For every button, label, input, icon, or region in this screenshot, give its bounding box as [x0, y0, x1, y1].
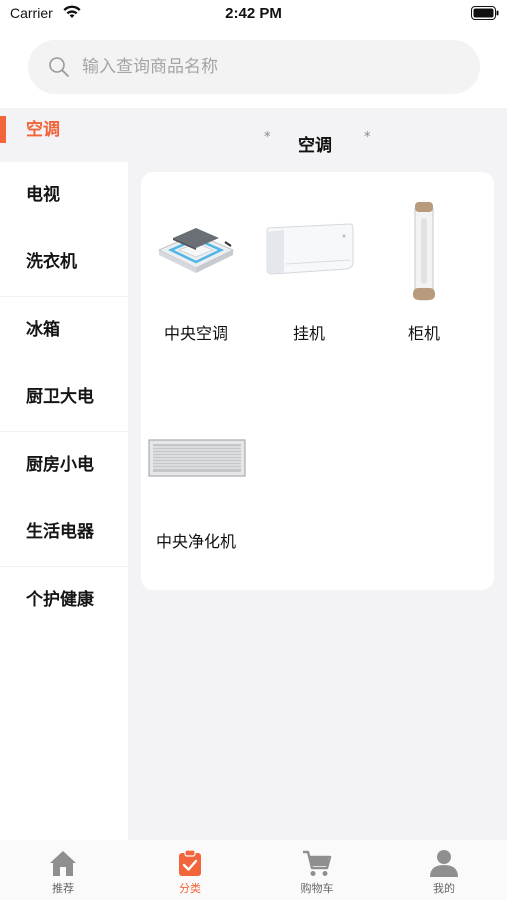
sidebar-item-label: 洗衣机 [26, 252, 77, 272]
decor-dot: * [264, 130, 271, 145]
user-icon [430, 850, 458, 877]
category-sidebar: 空调 电视 洗衣机 冰箱 厨卫大电 厨房小电 生活电器 个护健康 [0, 108, 128, 840]
sidebar-item-label: 生活电器 [26, 522, 94, 542]
sidebar-item-label: 厨卫大电 [26, 387, 94, 407]
sidebar-item-label: 厨房小电 [26, 455, 94, 475]
active-indicator [0, 116, 6, 143]
tab-cart[interactable]: 购物车 [254, 840, 380, 900]
product-name: 柜机 [407, 324, 440, 343]
product-central-purifier[interactable]: 中央净化机 [141, 402, 251, 562]
product-name: 中央净化机 [155, 532, 236, 551]
section-title: 空调 [298, 136, 332, 156]
sidebar-item-personal-care[interactable]: 个护健康 [0, 567, 128, 634]
sidebar-item-tv[interactable]: 电视 [0, 162, 128, 229]
search-icon [49, 57, 69, 77]
product-ceiling-ac[interactable]: 中央空调 [141, 192, 251, 352]
section-header: * 空调 * [128, 128, 507, 158]
status-bar: Carrier 2:42 PM [0, 0, 507, 30]
floor-standing-ac-image [413, 202, 435, 301]
sidebar-item-label: 冰箱 [26, 320, 60, 340]
sidebar-item-fridge[interactable]: 冰箱 [0, 297, 128, 364]
ceiling-cassette-ac-image [157, 228, 235, 273]
search-bar[interactable] [28, 40, 480, 94]
tab-category[interactable]: 分类 [127, 840, 253, 900]
tab-label: 购物车 [300, 882, 334, 895]
sidebar-item-label: 电视 [26, 185, 60, 205]
sidebar-item-home-appliance[interactable]: 生活电器 [0, 499, 128, 566]
category-icon [179, 849, 201, 876]
product-grid-card: 中央空调 挂机 柜机 中央净化机 [141, 172, 494, 590]
tab-label: 推荐 [52, 882, 74, 895]
sidebar-item-kitchen-small[interactable]: 厨房小电 [0, 432, 128, 499]
tab-label: 分类 [179, 882, 201, 895]
bottom-tab-bar: 推荐 分类 购物车 我的 [0, 840, 507, 900]
battery-icon [471, 6, 499, 20]
decor-dot: * [364, 130, 371, 145]
sidebar-item-washer[interactable]: 洗衣机 [0, 229, 128, 296]
search-input[interactable] [82, 40, 462, 94]
tab-recommend[interactable]: 推荐 [0, 840, 126, 900]
clock: 2:42 PM [225, 5, 282, 22]
sidebar-empty [0, 634, 128, 840]
tab-label: 我的 [433, 882, 455, 895]
tab-mine[interactable]: 我的 [381, 840, 507, 900]
sidebar-item-label: 空调 [26, 120, 60, 140]
product-name: 挂机 [292, 324, 325, 343]
product-floor-ac[interactable]: 柜机 [369, 192, 479, 352]
product-wall-ac[interactable]: 挂机 [254, 192, 364, 352]
wall-mounted-ac-image [266, 223, 354, 275]
sidebar-item-kitchen-bath[interactable]: 厨卫大电 [0, 364, 128, 431]
sidebar-item-label: 个护健康 [26, 590, 94, 610]
home-icon [50, 851, 76, 876]
cart-icon [303, 850, 332, 876]
central-purifier-image [148, 439, 246, 477]
product-name: 中央空调 [163, 324, 228, 343]
